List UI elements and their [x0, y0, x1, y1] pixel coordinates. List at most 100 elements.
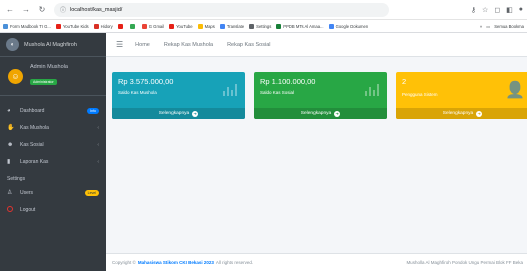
logout-icon	[7, 205, 16, 214]
bookmark-icon	[93, 23, 99, 29]
bookmark[interactable]: Hidory	[93, 23, 113, 29]
bookmark-icon	[129, 23, 135, 29]
main-header: ☰ Home Rekap Kas Mushola Rekap Kas Sosia…	[106, 33, 527, 57]
sidebar-item-label: Logout	[20, 206, 36, 213]
bookmark[interactable]: Translate	[219, 23, 244, 29]
brand-link[interactable]: ◐ Mushola Al Maghfiroh	[0, 33, 106, 57]
card-label: Saldo Kas Sosial	[260, 90, 295, 95]
footer-address: Musholla Al Maghfiroh Pondok Ungu Permai…	[406, 260, 523, 265]
bookmark-icon	[328, 23, 334, 29]
card-saldo-kas-mushola: Rp 3.575.000,00 Saldo Kas Mushola Seleng…	[112, 72, 245, 119]
bookmark-icon	[169, 23, 175, 29]
sidebar-item-logout[interactable]: Logout	[0, 201, 106, 218]
copyright-suffix: All rights reserved.	[215, 260, 254, 265]
sidebar-item-label: Users	[20, 189, 34, 196]
sidebar: ◐ Mushola Al Maghfiroh ☺ Admin Mushola A…	[0, 33, 106, 271]
bookmark-icon	[276, 23, 282, 29]
page-footer: Copyright © Mahasiswa Stikom CKI Bekasi …	[106, 253, 527, 271]
user-name[interactable]: Admin Mushola	[30, 64, 68, 70]
bookmarks-more-button[interactable]: »	[480, 24, 482, 29]
forward-icon[interactable]: →	[20, 4, 32, 16]
bookmark[interactable]	[117, 23, 125, 29]
bookmark-icon	[219, 23, 225, 29]
sidebar-item-label: Kas Sosial	[20, 141, 44, 148]
file-icon: ▮	[7, 159, 11, 165]
bookmark-icon	[141, 23, 147, 29]
more-info-label: Selengkapnya	[442, 111, 474, 116]
card-label: Saldo Kas Mushola	[118, 90, 157, 95]
settings-header: Settings	[7, 176, 26, 182]
user-icon: ♙	[7, 190, 13, 196]
bookmark[interactable]: Settings	[249, 23, 271, 29]
level-badge: Level	[84, 189, 99, 196]
extensions-icon[interactable]: ◻	[494, 6, 500, 14]
nav-link-home[interactable]: Home	[135, 42, 150, 48]
more-info-link[interactable]: Selengkapnya ➜	[254, 108, 387, 119]
bookmark[interactable]: Maps	[197, 23, 215, 29]
sidebar-item-kas-sosial[interactable]: ☻ Kas Sosial ‹	[0, 136, 106, 153]
bookmark-icon	[249, 23, 255, 29]
sidebar-item-kas-mushola[interactable]: ✋ Kas Mushola ‹	[0, 119, 106, 136]
profile-icon[interactable]: ●	[519, 6, 523, 13]
folder-icon: ▭	[486, 23, 491, 29]
sidebar-item-label: Laporan Kas	[20, 158, 49, 165]
people-icon: ☻	[7, 141, 14, 148]
bookmark[interactable]: Google Dokumen	[328, 23, 368, 29]
user-panel: ☺ Admin Mushola Administrator	[0, 57, 106, 96]
bookmark-icon	[197, 23, 203, 29]
bookmark[interactable]: PPDB MTs Al Amaa...	[276, 23, 324, 29]
chevron-left-icon: ‹	[97, 141, 99, 148]
arrow-circle-right-icon: ➜	[192, 110, 199, 117]
reload-icon[interactable]: ↻	[36, 4, 48, 16]
arrow-circle-right-icon: ➜	[334, 110, 341, 117]
bar-chart-icon	[364, 84, 379, 96]
brand-logo-icon: ◐	[6, 38, 19, 51]
bookmark[interactable]: Form Madbook TI G...	[3, 23, 51, 29]
address-bar[interactable]: ⓘ localhost/kas_masjid/	[54, 2, 389, 17]
chevron-left-icon: ‹	[97, 158, 99, 165]
sidebar-item-label: Dashboard	[20, 107, 45, 114]
menu-toggle-icon[interactable]: ☰	[116, 40, 123, 49]
nav-link-rekap-kas-mushola[interactable]: Rekap Kas Mushola	[164, 42, 213, 48]
bookmark[interactable]: YouTube	[169, 23, 193, 29]
sidebar-item-label: Kas Mushola	[20, 124, 49, 131]
bookmark-icon	[117, 23, 123, 29]
card-saldo-kas-sosial: Rp 1.100.000,00 Saldo Kas Sosial Selengk…	[254, 72, 387, 119]
sidebar-menu: ◕ Dashboard Info ✋ Kas Mushola ‹ ☻ Kas S…	[0, 96, 106, 218]
bookmark[interactable]: G Gmail	[141, 23, 164, 29]
user-plus-icon: 👤	[505, 82, 525, 99]
all-bookmarks-link[interactable]: Semua Bookma	[494, 24, 524, 29]
chevron-left-icon: ‹	[97, 124, 99, 131]
bookmark[interactable]: YouTube Kids	[55, 23, 89, 29]
card-label: Pengguna Sistem	[402, 92, 438, 97]
copyright-prefix: Copyright ©	[112, 260, 136, 265]
back-icon[interactable]: ←	[4, 4, 16, 16]
more-info-label: Selengkapnya	[158, 111, 190, 116]
card-value: 2	[402, 77, 407, 86]
bookmarks-bar: Form Madbook TI G... YouTube Kids Hidory…	[0, 20, 527, 33]
card-pengguna-sistem: 2 Pengguna Sistem 👤 Selengkapnya ➜	[396, 72, 527, 119]
copyright-org-link[interactable]: Mahasiswa Stikom CKI Bekasi 2023	[138, 260, 214, 265]
site-info-icon[interactable]: ⓘ	[60, 5, 66, 14]
hand-money-icon: ✋	[7, 125, 15, 131]
card-value: Rp 1.100.000,00	[260, 77, 316, 86]
more-info-link[interactable]: Selengkapnya ➜	[396, 108, 527, 119]
star-icon[interactable]: ☆	[482, 6, 488, 14]
more-info-link[interactable]: Selengkapnya ➜	[112, 108, 245, 119]
url-text: localhost/kas_masjid/	[70, 6, 123, 13]
sidebar-item-users[interactable]: ♙ Users Level	[0, 184, 106, 201]
sidebar-item-dashboard[interactable]: ◕ Dashboard Info	[0, 102, 106, 119]
sidepanel-icon[interactable]: ◧	[506, 6, 513, 14]
avatar[interactable]: ☺	[8, 68, 23, 84]
bookmark-icon	[3, 23, 8, 29]
nav-link-rekap-kas-sosial[interactable]: Rekap Kas Sosial	[227, 42, 270, 48]
bookmark[interactable]	[129, 23, 137, 29]
info-badge: Info	[87, 107, 99, 114]
bar-chart-icon	[222, 84, 237, 96]
bookmark-icon	[55, 23, 61, 29]
arrow-circle-right-icon: ➜	[476, 110, 483, 117]
key-icon[interactable]: ⚷	[471, 6, 476, 14]
brand-text: Mushola Al Maghfiroh	[24, 41, 77, 48]
dashboard-icon: ◕	[7, 107, 11, 114]
sidebar-item-laporan-kas[interactable]: ▮ Laporan Kas ‹	[0, 153, 106, 170]
